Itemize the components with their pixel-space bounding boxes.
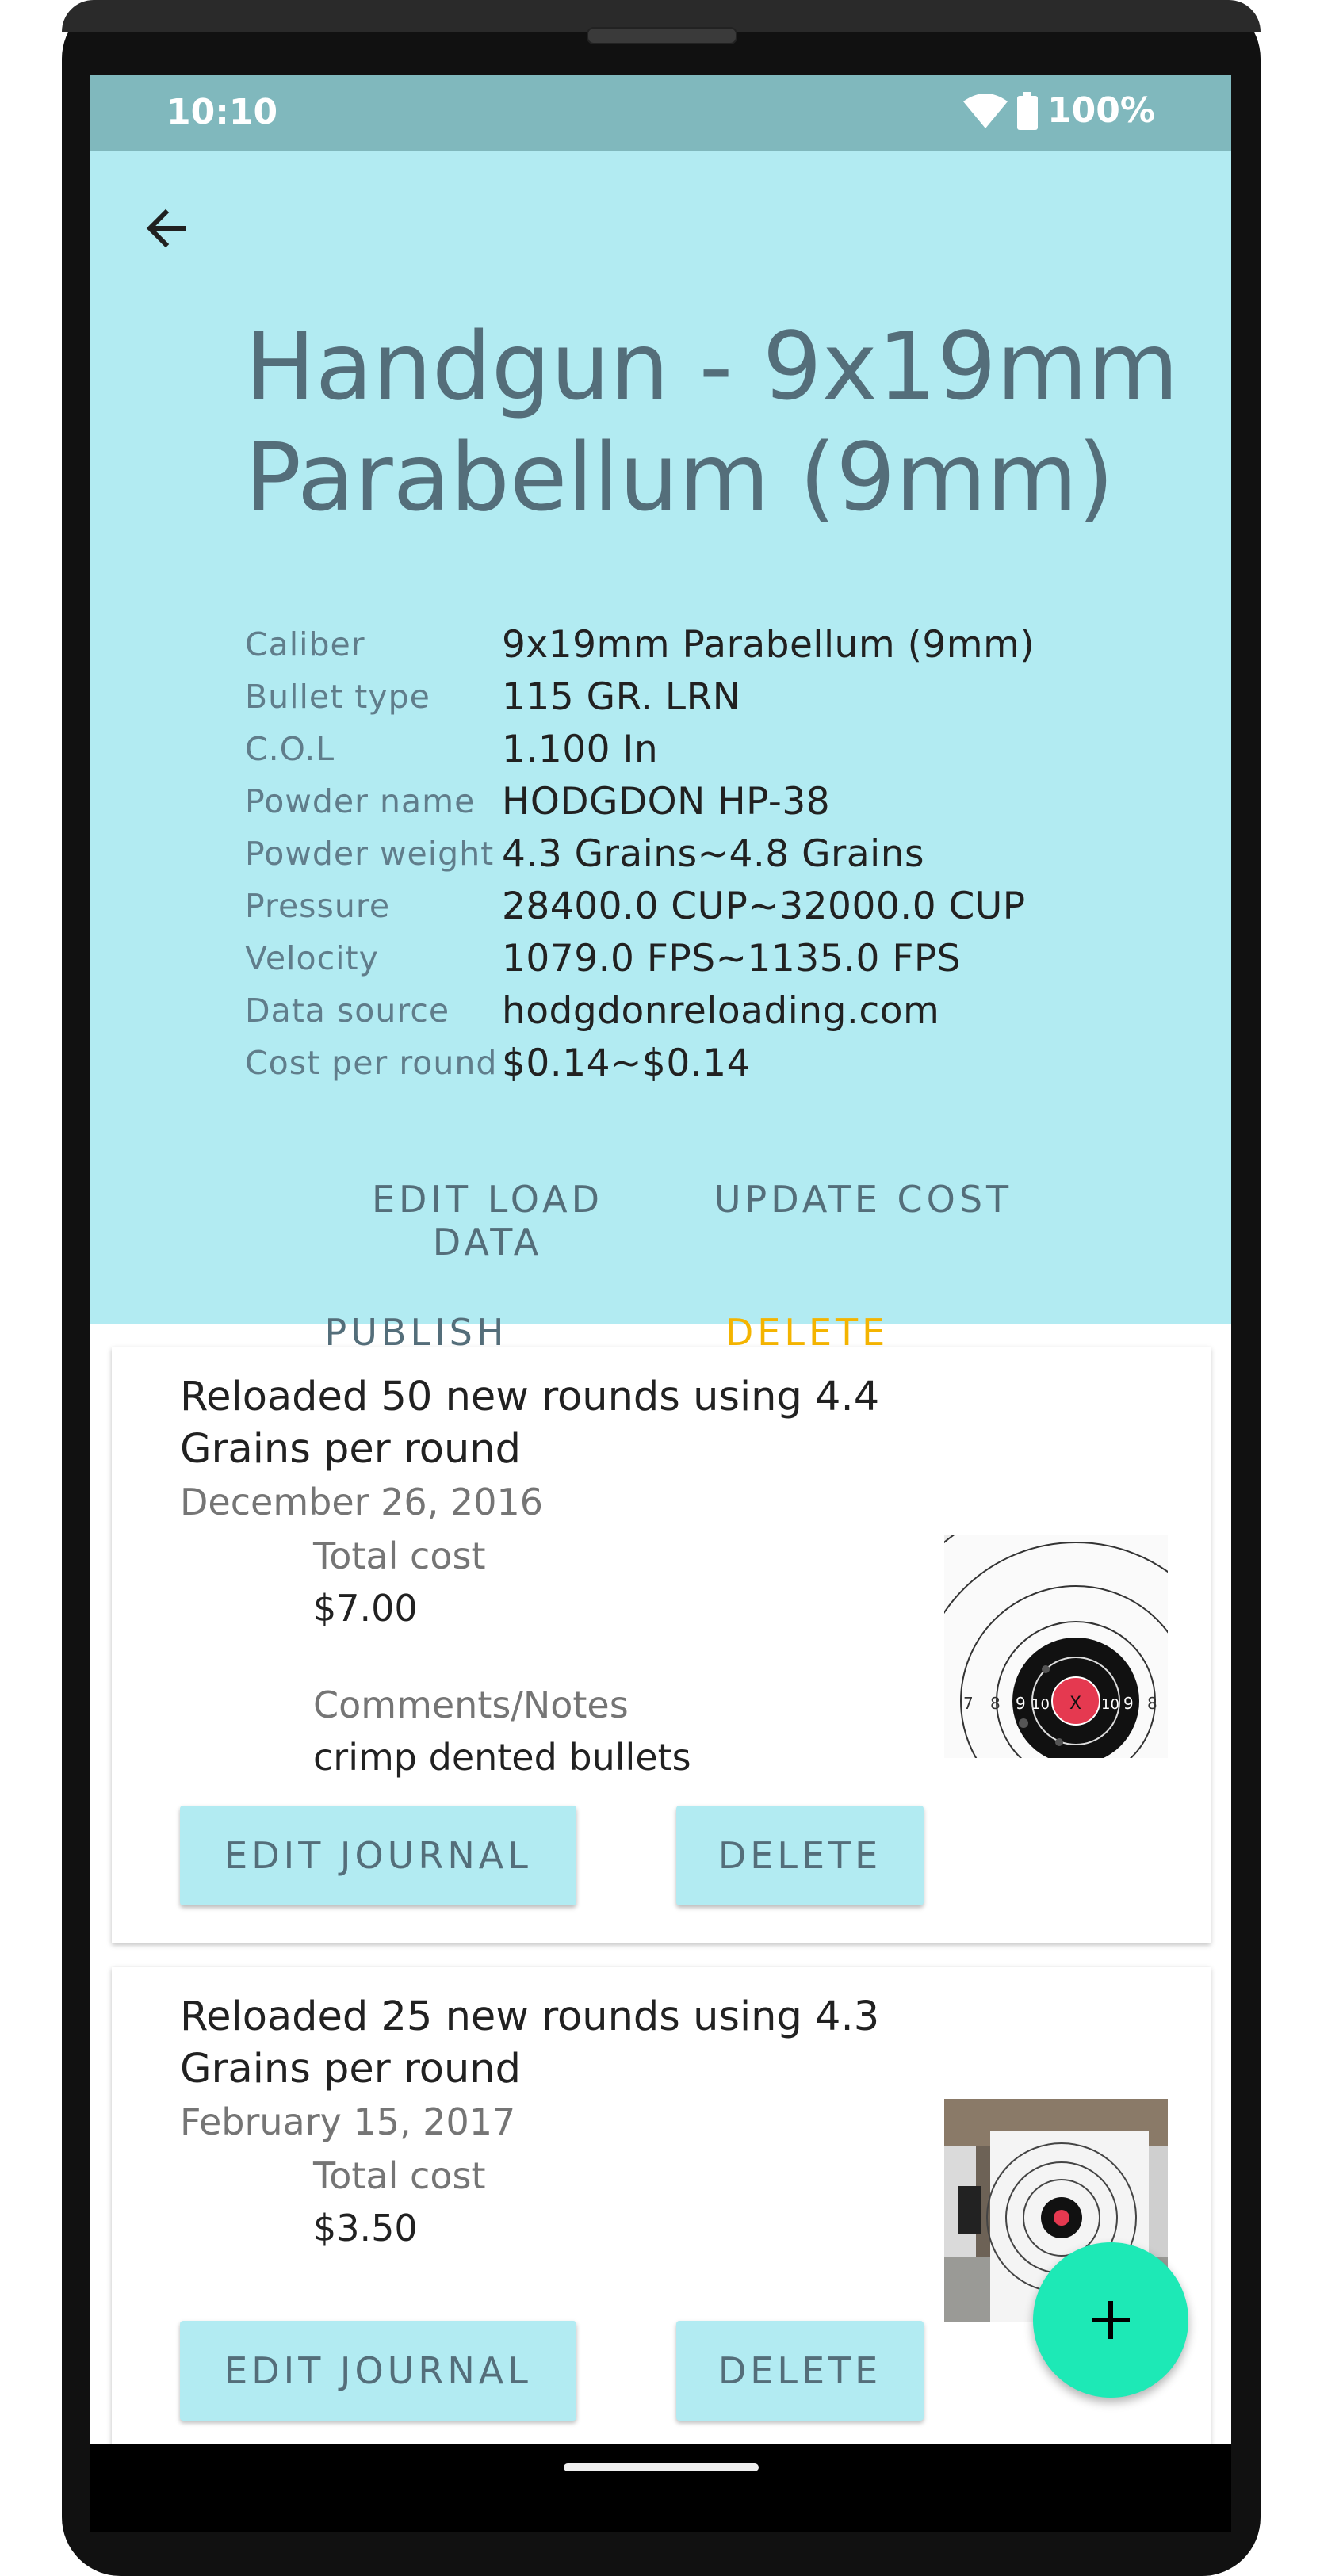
- spec-label: Velocity: [245, 939, 379, 977]
- spec-label: Powder name: [245, 782, 476, 820]
- spec-row-powder-weight: Powder weight 4.3 Grains~4.8 Grains: [245, 827, 1035, 880]
- spec-row-caliber: Caliber 9x19mm Parabellum (9mm): [245, 618, 1035, 671]
- target-ring-number: X: [1069, 1694, 1081, 1714]
- spec-value: 9x19mm Parabellum (9mm): [502, 622, 1035, 667]
- spec-value: 115 GR. LRN: [502, 675, 741, 719]
- arrow-back-icon[interactable]: [137, 197, 201, 260]
- plus-icon: [1092, 2301, 1130, 2339]
- journal-date: December 26, 2016: [180, 1481, 544, 1523]
- spec-row-cost-per-round: Cost per round $0.14~$0.14: [245, 1037, 1035, 1089]
- journal-date: February 15, 2017: [180, 2100, 516, 2143]
- journal-title: Reloaded 25 new rounds using 4.3 Grains …: [180, 1993, 880, 2093]
- total-cost-label: Total cost: [313, 1535, 486, 1577]
- target-ring-number: 10: [1031, 1696, 1050, 1713]
- spec-row-pressure: Pressure 28400.0 CUP~32000.0 CUP: [245, 880, 1035, 932]
- status-bar: 10:10 100%: [90, 75, 1231, 151]
- delete-journal-button[interactable]: DELETE: [676, 1806, 924, 1905]
- wifi-icon: [963, 93, 1008, 128]
- spec-row-velocity: Velocity 1079.0 FPS~1135.0 FPS: [245, 932, 1035, 984]
- journal-title: Reloaded 50 new rounds using 4.4 Grains …: [180, 1374, 880, 1473]
- total-cost-value: $3.50: [313, 2207, 418, 2249]
- journal-card: Reloaded 25 new rounds using 4.3 Grains …: [112, 1967, 1211, 2444]
- status-time: 10:10: [166, 92, 278, 132]
- journal-card: Reloaded 50 new rounds using 4.4 Grains …: [112, 1347, 1211, 1943]
- app-screen: 10:10 100% Handgun - 9x19mm Parabellum (…: [90, 75, 1231, 2444]
- home-indicator[interactable]: [564, 2463, 759, 2471]
- notes-label: Comments/Notes: [313, 1684, 629, 1726]
- update-cost-button[interactable]: UPDATE COST: [697, 1178, 1030, 1221]
- spec-label: Pressure: [245, 887, 391, 925]
- target-ring-number: 9: [1123, 1694, 1134, 1713]
- spec-label: Data source: [245, 992, 450, 1030]
- device-speaker: [587, 27, 737, 44]
- status-icons: 100%: [963, 90, 1155, 131]
- battery-icon: [1017, 91, 1039, 130]
- spec-row-bullet-type: Bullet type 115 GR. LRN: [245, 671, 1035, 723]
- spec-value: hodgdonreloading.com: [502, 988, 940, 1033]
- spec-label: Bullet type: [245, 678, 430, 716]
- target-ring-number: 10: [1101, 1696, 1119, 1713]
- spec-value: HODGDON HP-38: [502, 779, 831, 824]
- spec-value: $0.14~$0.14: [502, 1041, 751, 1085]
- spec-row-col: C.O.L 1.100 In: [245, 723, 1035, 775]
- total-cost-value: $7.00: [313, 1587, 418, 1630]
- load-header: Handgun - 9x19mm Parabellum (9mm) Calibe…: [90, 151, 1231, 1354]
- total-cost-label: Total cost: [313, 2154, 486, 2197]
- battery-percent: 100%: [1047, 90, 1155, 131]
- spec-row-powder-name: Powder name HODGDON HP-38: [245, 775, 1035, 827]
- delete-journal-button[interactable]: DELETE: [676, 2321, 924, 2421]
- spec-label: C.O.L: [245, 730, 335, 768]
- target-ring-number: 8: [1147, 1694, 1157, 1713]
- spec-label: Powder weight: [245, 835, 495, 873]
- nav-bar: [90, 2444, 1231, 2532]
- target-image: 7 8 9 10 X 10 9 8: [944, 1535, 1168, 1758]
- spec-label: Cost per round: [245, 1044, 498, 1082]
- add-journal-fab[interactable]: [1033, 2242, 1188, 2398]
- spec-label: Caliber: [245, 625, 365, 663]
- spec-value: 1.100 In: [502, 727, 659, 771]
- spec-value: 1079.0 FPS~1135.0 FPS: [502, 936, 962, 980]
- edit-journal-button[interactable]: EDIT JOURNAL: [180, 2321, 576, 2421]
- edit-journal-button[interactable]: EDIT JOURNAL: [180, 1806, 576, 1905]
- target-photo[interactable]: 7 8 9 10 X 10 9 8: [944, 1535, 1168, 1758]
- edit-load-data-button[interactable]: EDIT LOAD DATA: [313, 1178, 662, 1263]
- spec-value: 28400.0 CUP~32000.0 CUP: [502, 884, 1026, 928]
- notes-value: crimp dented bullets: [313, 1736, 691, 1779]
- target-ring-number: 9: [1016, 1694, 1026, 1713]
- target-ring-number: 7: [963, 1694, 974, 1713]
- spec-value: 4.3 Grains~4.8 Grains: [502, 831, 925, 876]
- target-ring-number: 8: [990, 1694, 1001, 1713]
- load-title: Handgun - 9x19mm Parabellum (9mm): [245, 311, 1179, 532]
- load-specs: Caliber 9x19mm Parabellum (9mm) Bullet t…: [245, 618, 1035, 1089]
- spec-row-data-source: Data source hodgdonreloading.com: [245, 984, 1035, 1037]
